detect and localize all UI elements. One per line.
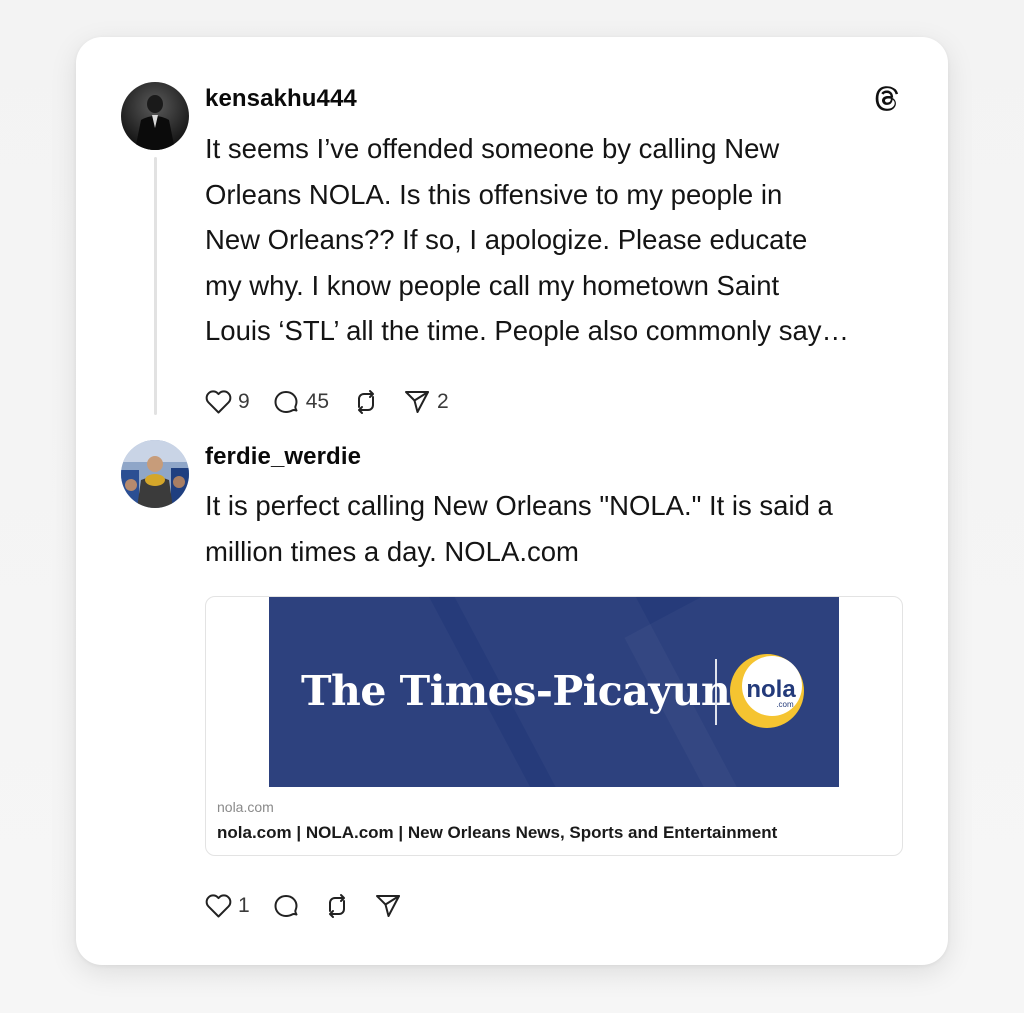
post-text-line: Louis ‘STL’ all the time. People also co… <box>205 315 849 346</box>
avatar[interactable] <box>121 440 189 508</box>
post-text-line: New Orleans?? If so, I apologize. Please… <box>205 224 808 255</box>
post-text-line: It seems I’ve offended someone by callin… <box>205 133 780 164</box>
post-actions: 1 <box>205 891 424 921</box>
logo-divider <box>715 659 717 725</box>
reply-button[interactable] <box>272 892 300 920</box>
comment-icon <box>274 391 298 413</box>
nola-logo-text: nola <box>746 676 796 703</box>
repost-button[interactable] <box>351 388 381 416</box>
link-preview-card[interactable]: The Times-Picayune nola .com nola.com no… <box>205 596 903 856</box>
post-text-line: Orleans NOLA. Is this offensive to my pe… <box>205 178 783 210</box>
like-count: 1 <box>238 894 250 917</box>
share-count: 2 <box>437 390 449 413</box>
send-icon <box>375 895 400 917</box>
avatar[interactable] <box>121 82 189 150</box>
repost-icon <box>328 894 345 918</box>
like-button[interactable]: 9 <box>205 389 250 415</box>
heart-icon <box>205 894 232 918</box>
reply-count: 45 <box>305 390 330 413</box>
post-actions: 9 45 2 <box>205 387 471 417</box>
repost-button[interactable] <box>322 892 352 920</box>
threads-icon[interactable] <box>872 84 902 114</box>
post-text-line: million times a day. NOLA.com <box>205 535 579 567</box>
share-button[interactable] <box>374 892 402 920</box>
link-domain: nola.com <box>217 799 274 815</box>
times-picayune-logo: The Times-Picayune <box>301 667 756 715</box>
share-button[interactable]: 2 <box>403 388 449 416</box>
nola-logo: nola .com <box>730 654 804 728</box>
post-text-line: It is perfect calling New Orleans "NOLA.… <box>205 490 833 521</box>
post-text: It seems I’ve offended someone by callin… <box>205 126 905 354</box>
thread-connector-line <box>154 157 157 415</box>
post-text: It is perfect calling New Orleans "NOLA.… <box>205 483 905 574</box>
nola-logo-subtext: .com <box>776 700 794 709</box>
repost-icon <box>358 390 375 414</box>
heart-icon <box>205 390 232 414</box>
post-text-line: my why. I know people call my hometown S… <box>205 269 780 301</box>
comment-icon <box>274 895 298 917</box>
send-icon <box>405 391 430 413</box>
reply-button[interactable]: 45 <box>272 388 329 416</box>
link-title[interactable]: nola.com | NOLA.com | New Orleans News, … <box>217 823 777 843</box>
post-username[interactable]: ferdie_werdie <box>205 443 361 471</box>
post-username[interactable]: kensakhu444 <box>205 85 357 113</box>
like-button[interactable]: 1 <box>205 893 250 919</box>
like-count: 9 <box>238 390 250 413</box>
link-preview-image: The Times-Picayune nola .com <box>269 597 839 787</box>
